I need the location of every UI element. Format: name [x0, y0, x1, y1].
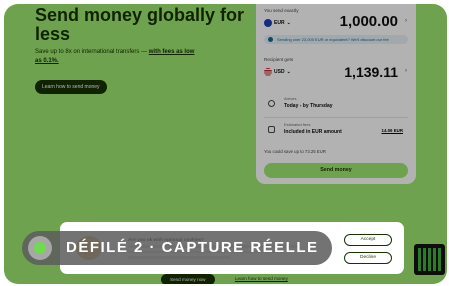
qr-code: [414, 244, 445, 275]
capture-badge-label: DÉFILÉ 2 · CAPTURE RÉELLE: [66, 239, 319, 256]
decline-cookies-button[interactable]: Decline: [344, 252, 392, 264]
accept-cookies-button[interactable]: Accept: [344, 234, 392, 246]
toggle-icon: [28, 236, 52, 260]
capture-badge: DÉFILÉ 2 · CAPTURE RÉELLE: [22, 231, 332, 265]
